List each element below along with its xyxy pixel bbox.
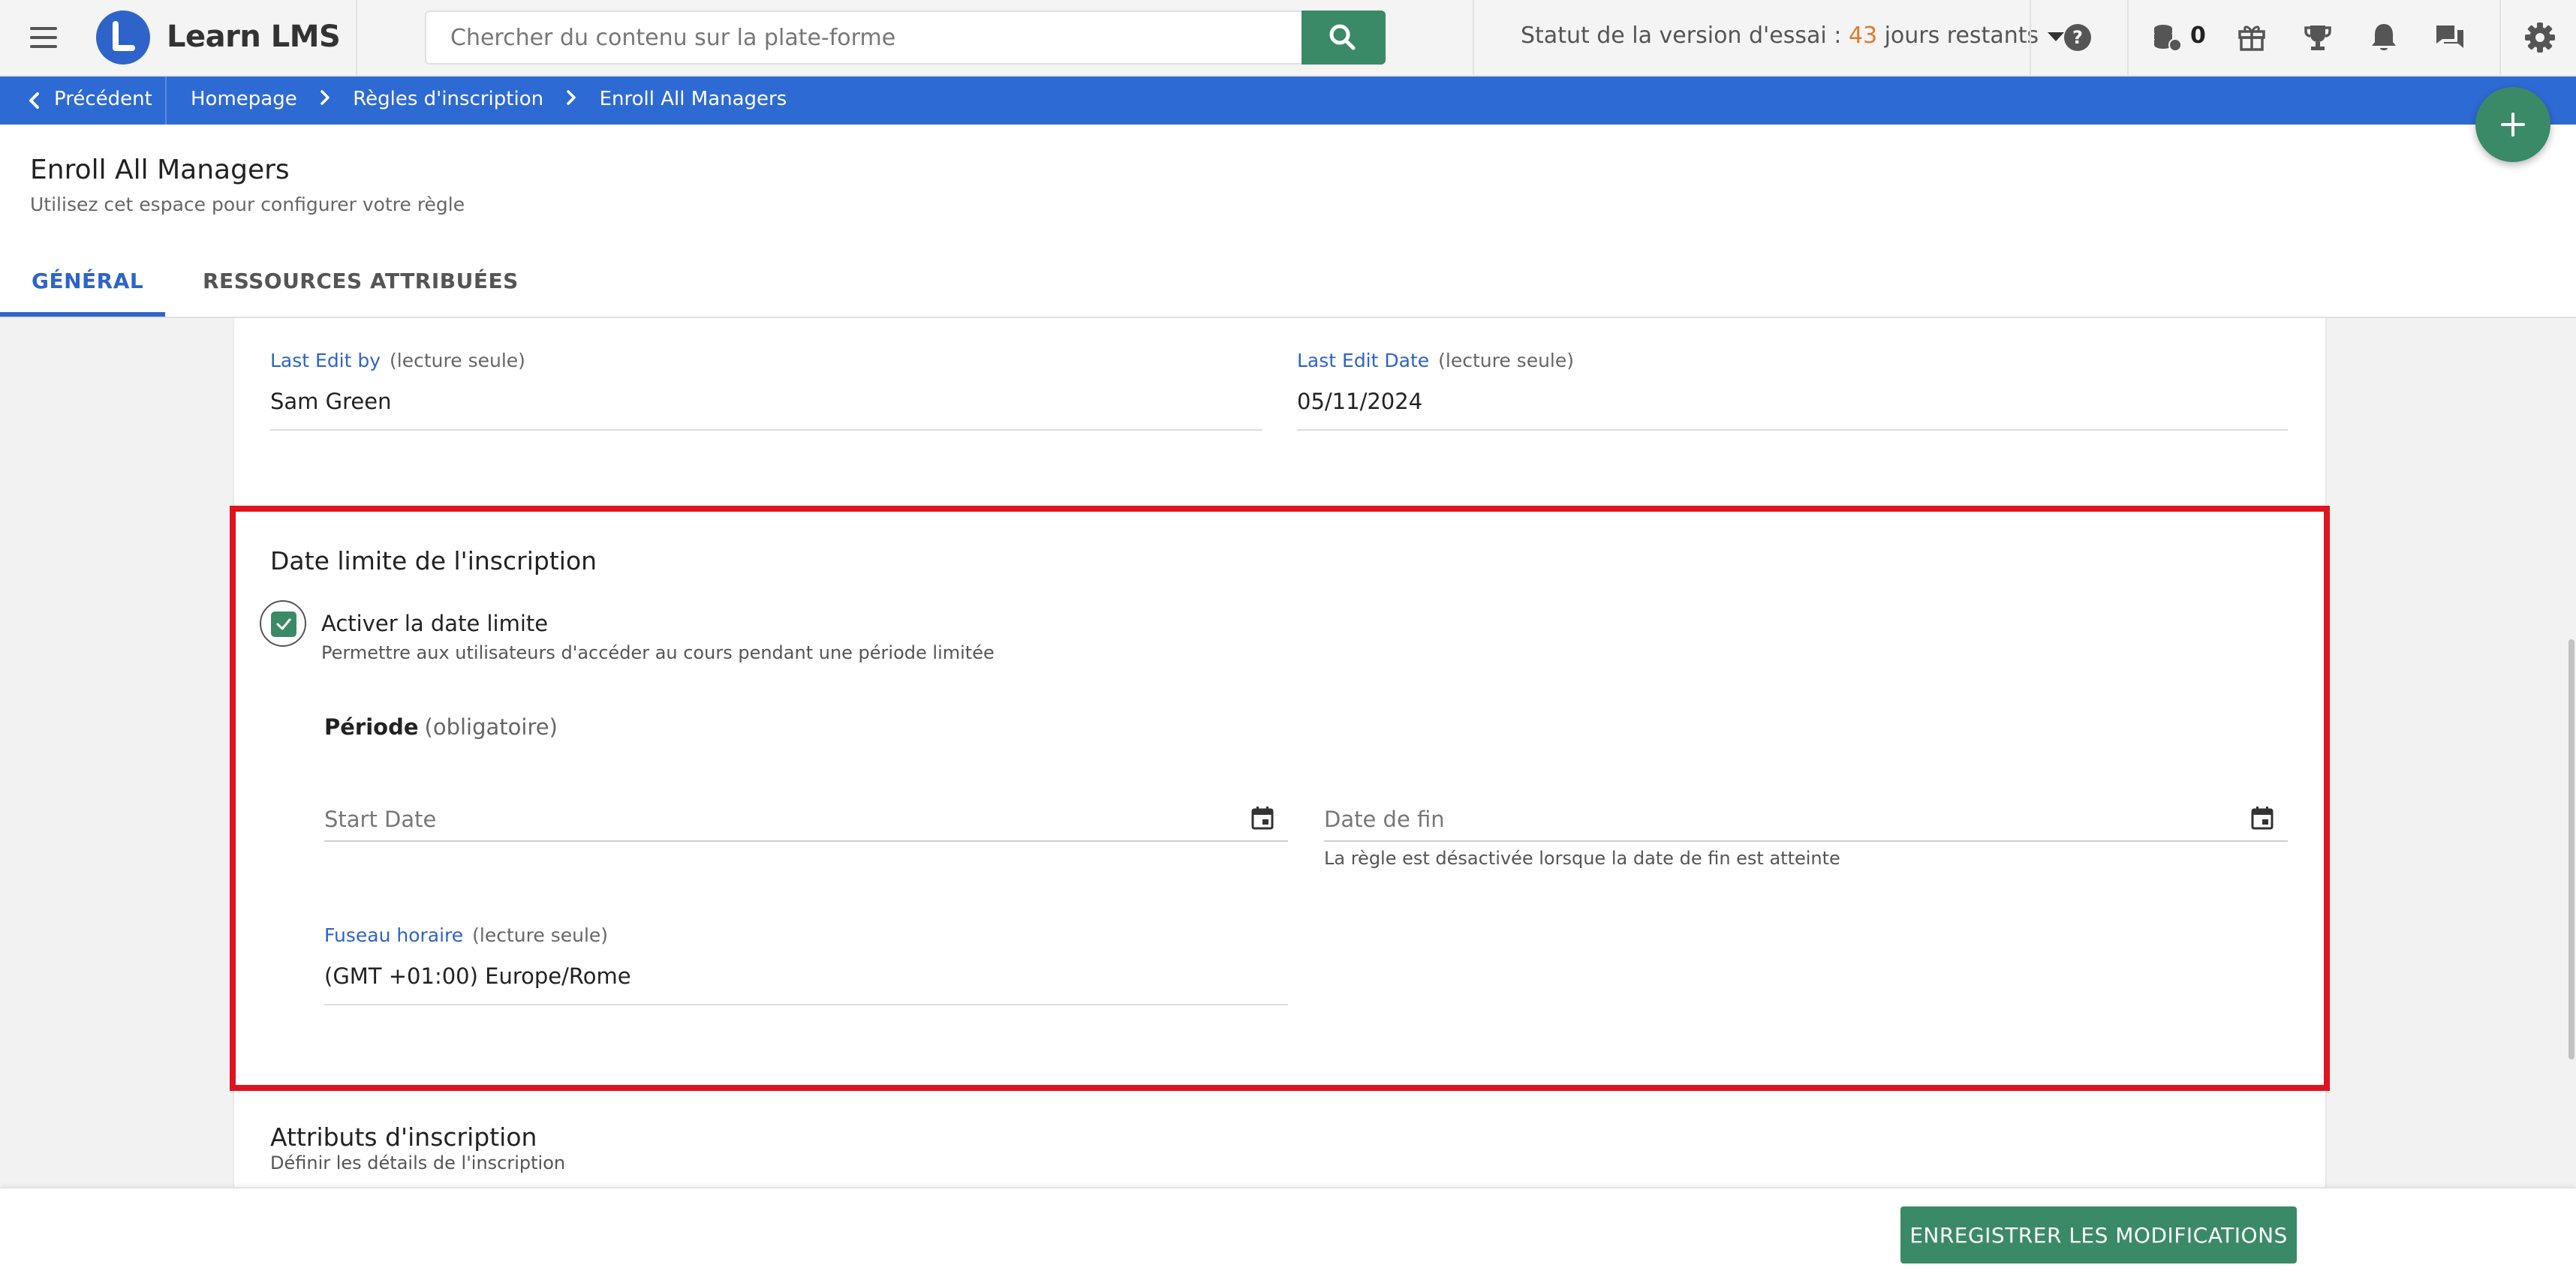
coin-count: 0 bbox=[2190, 23, 2206, 49]
enable-deadline-description: Permettre aux utilisateurs d'accéder au … bbox=[321, 642, 995, 663]
field-underline bbox=[324, 840, 1288, 842]
read-only-note: (lecture seule) bbox=[390, 350, 525, 371]
menu-icon[interactable] bbox=[27, 24, 63, 51]
header-divider bbox=[356, 0, 357, 75]
check-icon bbox=[276, 618, 291, 630]
page-title: Enroll All Managers bbox=[30, 155, 290, 185]
trial-days-remaining: 43 bbox=[1848, 23, 1878, 49]
last-edit-by-value: Sam Green bbox=[270, 389, 392, 414]
last-edit-date-value: 05/11/2024 bbox=[1297, 389, 1423, 414]
header-divider bbox=[2030, 0, 2031, 75]
field-underline bbox=[1324, 840, 2288, 842]
calendar-icon[interactable] bbox=[1249, 804, 1276, 831]
top-header: Learn LMS Statut de la version d'essai :… bbox=[0, 0, 2576, 77]
app-logo-icon[interactable] bbox=[96, 11, 150, 65]
period-label-text: Période bbox=[324, 714, 419, 740]
svg-text:?: ? bbox=[2072, 27, 2083, 48]
checkbox-checked bbox=[271, 611, 296, 637]
chevron-right-icon bbox=[566, 89, 576, 111]
field-underline bbox=[1297, 429, 2288, 431]
timezone-label: Fuseau horaire (lecture seule) bbox=[324, 924, 608, 946]
breadcrumb: Homepage Règles d'inscription Enroll All… bbox=[191, 88, 787, 111]
app-name: Learn LMS bbox=[167, 20, 341, 54]
last-edit-by-label-text: Last Edit by bbox=[270, 350, 381, 371]
chevron-left-icon bbox=[29, 92, 39, 109]
back-button[interactable]: Précédent bbox=[0, 77, 167, 125]
add-button[interactable] bbox=[2475, 87, 2550, 162]
help-icon[interactable]: ? bbox=[2060, 20, 2096, 56]
timezone-value: (GMT +01:00) Europe/Rome bbox=[324, 963, 631, 989]
required-note: (obligatoire) bbox=[424, 714, 558, 740]
start-date-input[interactable] bbox=[324, 801, 1240, 837]
page-header: Enroll All Managers Utilisez cet espace … bbox=[0, 125, 2576, 318]
tab-assigned-resources[interactable]: RESSOURCES ATTRIBUÉES bbox=[203, 269, 519, 293]
breadcrumb-homepage[interactable]: Homepage bbox=[191, 88, 297, 110]
active-tab-indicator bbox=[0, 312, 165, 317]
coins-icon[interactable] bbox=[2148, 20, 2184, 56]
page-subtitle: Utilisez cet espace pour configurer votr… bbox=[30, 194, 465, 215]
content-area bbox=[0, 318, 2576, 1187]
plus-icon bbox=[2501, 113, 2525, 137]
enable-deadline-label[interactable]: Activer la date limite bbox=[321, 611, 548, 636]
last-edit-date-label: Last Edit Date (lecture seule) bbox=[1297, 350, 1574, 371]
chat-icon[interactable] bbox=[2432, 20, 2468, 56]
header-divider bbox=[2127, 0, 2129, 75]
end-date-hint: La règle est désactivée lorsque la date … bbox=[1324, 848, 1840, 869]
search-box bbox=[425, 11, 1303, 65]
gear-icon[interactable] bbox=[2522, 20, 2558, 56]
search-icon bbox=[1329, 24, 1356, 50]
save-changes-button[interactable]: ENREGISTRER LES MODIFICATIONS bbox=[1900, 1206, 2297, 1263]
last-edit-date-label-text: Last Edit Date bbox=[1297, 350, 1430, 371]
enable-deadline-checkbox[interactable] bbox=[260, 600, 306, 647]
scrollbar-thumb[interactable] bbox=[2568, 639, 2574, 1059]
timezone-label-text: Fuseau horaire bbox=[324, 924, 464, 946]
deadline-section-title: Date limite de l'inscription bbox=[270, 546, 597, 575]
gift-icon[interactable] bbox=[2234, 20, 2270, 56]
search-button[interactable] bbox=[1302, 11, 1386, 65]
last-edit-by-label: Last Edit by (lecture seule) bbox=[270, 350, 525, 371]
header-divider bbox=[2499, 0, 2501, 75]
chevron-right-icon bbox=[320, 89, 330, 111]
calendar-icon[interactable] bbox=[2249, 804, 2276, 831]
attributes-section-description: Définir les détails de l'inscription bbox=[270, 1152, 566, 1173]
read-only-note: (lecture seule) bbox=[1438, 350, 1574, 371]
back-label: Précédent bbox=[54, 88, 152, 110]
trophy-icon[interactable] bbox=[2300, 20, 2336, 56]
breadcrumb-enrollment-rules[interactable]: Règles d'inscription bbox=[353, 88, 543, 110]
bell-icon[interactable] bbox=[2366, 20, 2402, 56]
settings-card bbox=[234, 318, 2325, 1187]
tab-general[interactable]: GÉNÉRAL bbox=[32, 269, 143, 293]
trial-status-suffix: jours restants bbox=[1877, 23, 2039, 49]
trial-status-dropdown[interactable]: Statut de la version d'essai : 43 jours … bbox=[1521, 23, 2065, 49]
bottom-action-bar: ENREGISTRER LES MODIFICATIONS bbox=[0, 1187, 2576, 1271]
read-only-note: (lecture seule) bbox=[472, 924, 609, 946]
period-label: Période (obligatoire) bbox=[324, 714, 558, 740]
breadcrumb-bar: Précédent Homepage Règles d'inscription … bbox=[0, 77, 2576, 125]
app-root: Learn LMS Statut de la version d'essai :… bbox=[0, 0, 2576, 1271]
breadcrumb-current: Enroll All Managers bbox=[599, 88, 787, 110]
field-underline bbox=[324, 1004, 1288, 1005]
attributes-section-title: Attributs d'inscription bbox=[270, 1122, 537, 1152]
search-input[interactable] bbox=[426, 12, 1302, 63]
header-divider bbox=[1473, 0, 1474, 75]
trial-status-prefix: Statut de la version d'essai : bbox=[1521, 23, 1849, 49]
end-date-input[interactable] bbox=[1324, 801, 2240, 837]
field-underline bbox=[270, 429, 1262, 431]
